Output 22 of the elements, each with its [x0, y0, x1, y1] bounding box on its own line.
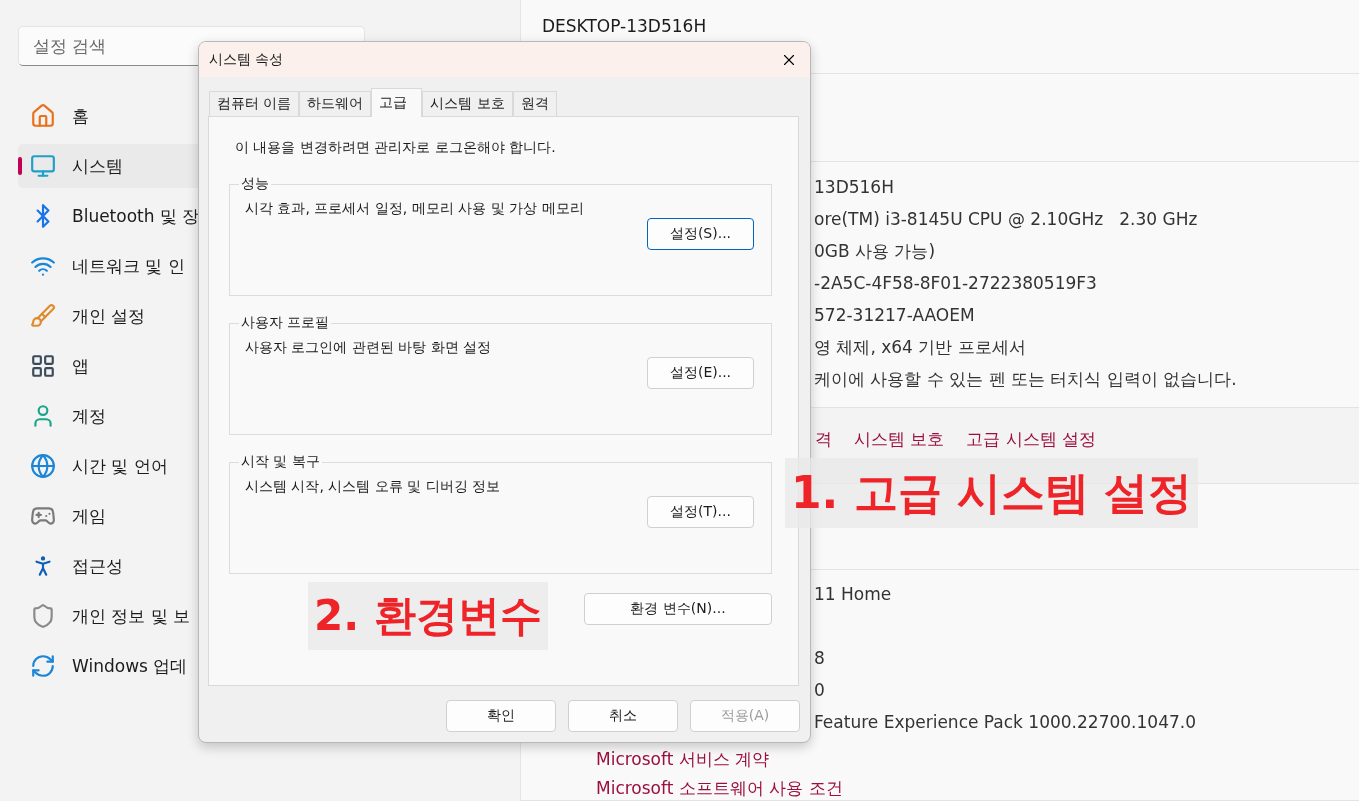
- spec-value: 영 체제, x64 기반 프로세서: [814, 336, 1027, 359]
- spec-value: 0: [814, 679, 826, 702]
- group-description: 시스템 시작, 시스템 오류 및 디버깅 정보: [245, 478, 502, 496]
- spec-value: 13D516H: [814, 176, 895, 199]
- group-title: 사용자 프로필: [240, 314, 331, 332]
- spec-value: 8: [814, 647, 826, 670]
- spec-value: Feature Experience Pack 1000.22700.1047.0: [814, 711, 1197, 734]
- spec-value: -2A5C-4F58-8F01-2722380519F3: [814, 272, 1098, 295]
- spec-value: ore(TM) i3-8145U CPU @ 2.10GHz 2.30 GHz: [814, 208, 1199, 231]
- device-name: DESKTOP-13D516H: [542, 15, 708, 38]
- spec-value: 케이에 사용할 수 있는 펜 또는 터치식 입력이 없습니다.: [814, 368, 1238, 391]
- window-title: 시스템 속성: [209, 50, 284, 69]
- annotation-label: 1. 고급 시스템 설정: [785, 458, 1199, 528]
- spec-value: 11 Home: [814, 583, 893, 606]
- group-title: 시작 및 복구: [240, 453, 321, 471]
- spec-value: 0GB 사용 가능): [814, 240, 937, 263]
- spec-value: 572-31217-AAOEM: [814, 304, 976, 327]
- group-description: 시각 효과, 프로세서 일정, 메모리 사용 및 가상 메모리: [245, 200, 585, 218]
- group-description: 사용자 로그인에 관련된 바탕 화면 설정: [245, 339, 493, 357]
- group-title: 성능: [240, 175, 270, 193]
- annotation-label: 2. 환경변수: [308, 582, 548, 650]
- notice-text: 이 내용을 변경하려면 관리자로 로그온해야 합니다.: [234, 139, 557, 157]
